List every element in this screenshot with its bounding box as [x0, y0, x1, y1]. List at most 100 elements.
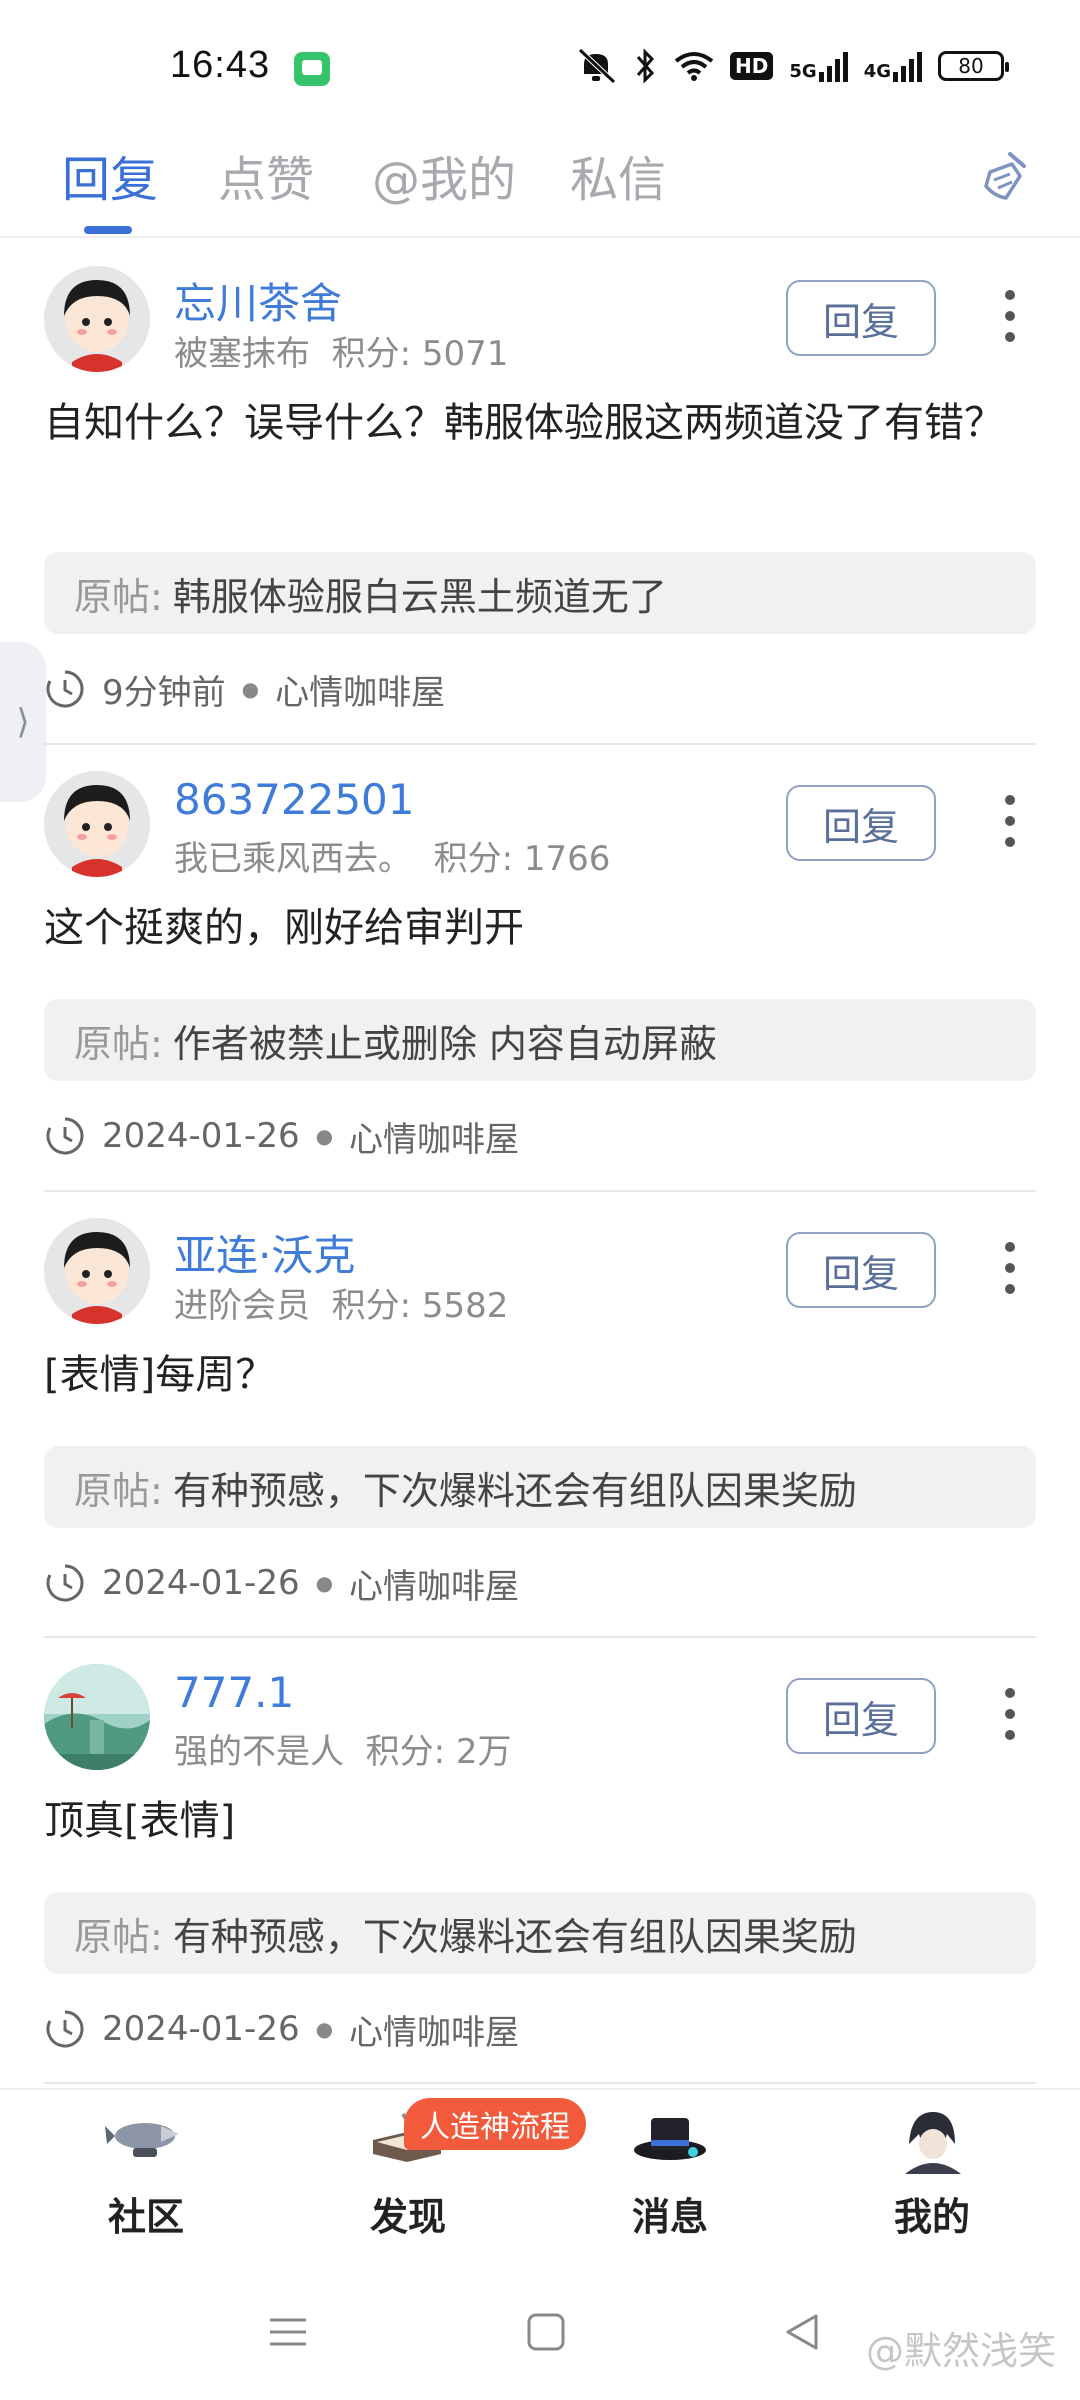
original-post-quote[interactable]: 原帖: 有种预感，下次爆料还会有组队因果奖励 [44, 1892, 1036, 1974]
airship-icon [105, 2123, 179, 2157]
nav-label: 消息 [631, 2195, 708, 2239]
post-footer: 2024-01-26 ● 心情咖啡屋 [44, 1111, 519, 1161]
cartoon-avatar-icon [44, 771, 150, 877]
original-post-quote[interactable]: 原帖: 韩服体验服白云黑土频道无了 [44, 552, 1036, 634]
active-tab-indicator [84, 226, 132, 234]
reply-button[interactable]: 回复 [786, 1232, 936, 1308]
user-points: 积分: 5071 [331, 334, 509, 374]
user-title: 强的不是人 [174, 1732, 344, 1772]
promo-badge[interactable]: 人造神流程 [404, 2098, 586, 2150]
original-post-text: 作者被禁止或删除 内容自动屏蔽 [172, 1021, 717, 1066]
original-post-label: 原帖: [74, 1914, 163, 1959]
signal-5g: 5G [789, 50, 848, 82]
user-meta: 我已乘风西去。 积分: 1766 [174, 831, 610, 880]
reply-card: 777.1 强的不是人 积分: 2万 回复 顶真[表情] 原帖: 有种预感，下次… [44, 1638, 1036, 2084]
nav-profile[interactable]: 我的 [842, 2104, 1022, 2241]
reply-card: 忘川茶舍 被塞抹布 积分: 5071 回复 自知什么？误导什么？韩服体验服这两频… [44, 240, 1036, 745]
nav-messages[interactable]: 消息 [580, 2104, 760, 2241]
nav-community[interactable]: 社区 [56, 2104, 236, 2241]
username[interactable]: 777.1 [174, 1668, 294, 1717]
profile-character-icon [905, 2112, 961, 2174]
nav-label: 发现 [369, 2195, 446, 2239]
clock-icon [46, 1117, 84, 1155]
user-points: 积分: 5582 [331, 1286, 509, 1326]
avatar[interactable] [44, 1664, 150, 1770]
net-5g-label: 5G [789, 61, 817, 82]
message-tabs: 回复 点赞 @我的 私信 [0, 120, 1080, 238]
cartoon-avatar-icon [44, 1218, 150, 1324]
board-name[interactable]: 心情咖啡屋 [349, 1112, 519, 1161]
user-meta: 强的不是人 积分: 2万 [174, 1724, 512, 1773]
username[interactable]: 亚连·沃克 [174, 1222, 355, 1283]
avatar[interactable] [44, 1218, 150, 1324]
user-meta: 进阶会员 积分: 5582 [174, 1278, 508, 1327]
tab-reply[interactable]: 回复 [62, 140, 158, 210]
more-options-icon[interactable] [1004, 290, 1016, 346]
separator-dot: ● [315, 1124, 334, 1148]
original-post-text: 有种预感，下次爆料还会有组队因果奖励 [172, 1914, 857, 1959]
post-time: 2024-01-26 [102, 1116, 300, 1156]
tab-mentions[interactable]: @我的 [372, 140, 516, 210]
wifi-icon [674, 52, 714, 81]
more-options-icon[interactable] [1004, 1242, 1016, 1298]
original-post-quote[interactable]: 原帖: 有种预感，下次爆料还会有组队因果奖励 [44, 1446, 1036, 1528]
post-time: 2024-01-26 [102, 1563, 300, 1603]
bottom-navigation: 社区 发现 人造神流程 消息 我的 [0, 2088, 1080, 2270]
reply-text: [表情]每周？ [44, 1352, 276, 1398]
net-4g-label: 4G [863, 61, 891, 82]
post-time: 2024-01-26 [102, 2009, 300, 2049]
landscape-avatar-icon [44, 1664, 150, 1770]
nav-label: 我的 [893, 2195, 970, 2239]
original-post-label: 原帖: [74, 1468, 163, 1513]
post-time: 9分钟前 [102, 672, 226, 713]
original-post-label: 原帖: [74, 1021, 163, 1066]
battery-indicator: 80 [938, 51, 1009, 81]
tab-private-messages[interactable]: 私信 [570, 140, 666, 210]
status-time: 16:43 [170, 44, 271, 86]
top-hat-icon [634, 2118, 706, 2160]
status-bar: 16:43 HD 5G 4G 80 [0, 0, 1080, 120]
clock-icon [46, 1564, 84, 1602]
board-name[interactable]: 心情咖啡屋 [349, 2005, 519, 2054]
back-icon[interactable] [782, 2312, 822, 2352]
post-footer: 9分钟前 ● 心情咖啡屋 [44, 664, 445, 714]
username[interactable]: 863722501 [174, 775, 415, 824]
clock-icon [46, 670, 84, 708]
user-points: 积分: 1766 [433, 839, 611, 879]
user-meta: 被塞抹布 积分: 5071 [174, 326, 508, 375]
user-title: 进阶会员 [174, 1286, 310, 1326]
tab-likes[interactable]: 点赞 [218, 140, 314, 210]
clock-icon [46, 2010, 84, 2048]
reply-text: 顶真[表情] [44, 1798, 236, 1844]
nav-label: 社区 [107, 2195, 184, 2239]
avatar[interactable] [44, 266, 150, 372]
signal-4g: 4G [864, 50, 922, 82]
board-name[interactable]: 心情咖啡屋 [275, 665, 445, 714]
status-icons: HD 5G 4G 80 [574, 44, 1009, 88]
reply-button[interactable]: 回复 [786, 785, 936, 861]
original-post-label: 原帖: [74, 574, 163, 619]
watermark: @默然浅笑 [865, 2329, 1056, 2373]
mute-icon [578, 48, 616, 84]
more-options-icon[interactable] [1004, 795, 1016, 851]
post-footer: 2024-01-26 ● 心情咖啡屋 [44, 2004, 519, 2054]
avatar[interactable] [44, 771, 150, 877]
post-footer: 2024-01-26 ● 心情咖啡屋 [44, 1558, 519, 1608]
user-points: 积分: 2万 [365, 1732, 512, 1772]
more-options-icon[interactable] [1004, 1688, 1016, 1744]
bluetooth-icon [636, 48, 655, 84]
hd-badge: HD [730, 52, 774, 80]
original-post-quote[interactable]: 原帖: 作者被禁止或删除 内容自动屏蔽 [44, 999, 1036, 1081]
reply-button[interactable]: 回复 [786, 1678, 936, 1754]
separator-dot: ● [241, 677, 260, 701]
reply-text: 这个挺爽的，刚好给审判开 [44, 905, 524, 951]
menu-icon[interactable] [268, 2312, 308, 2352]
home-icon[interactable] [526, 2312, 566, 2352]
separator-dot: ● [315, 2017, 334, 2041]
board-name[interactable]: 心情咖啡屋 [349, 1559, 519, 1608]
reply-feed: 忘川茶舍 被塞抹布 积分: 5071 回复 自知什么？误导什么？韩服体验服这两频… [0, 240, 1080, 2084]
username[interactable]: 忘川茶舍 [174, 270, 342, 331]
reply-button[interactable]: 回复 [786, 280, 936, 356]
broom-clear-icon[interactable] [976, 146, 1036, 206]
reply-text: 自知什么？误导什么？韩服体验服这两频道没了有错？ [44, 400, 1004, 446]
